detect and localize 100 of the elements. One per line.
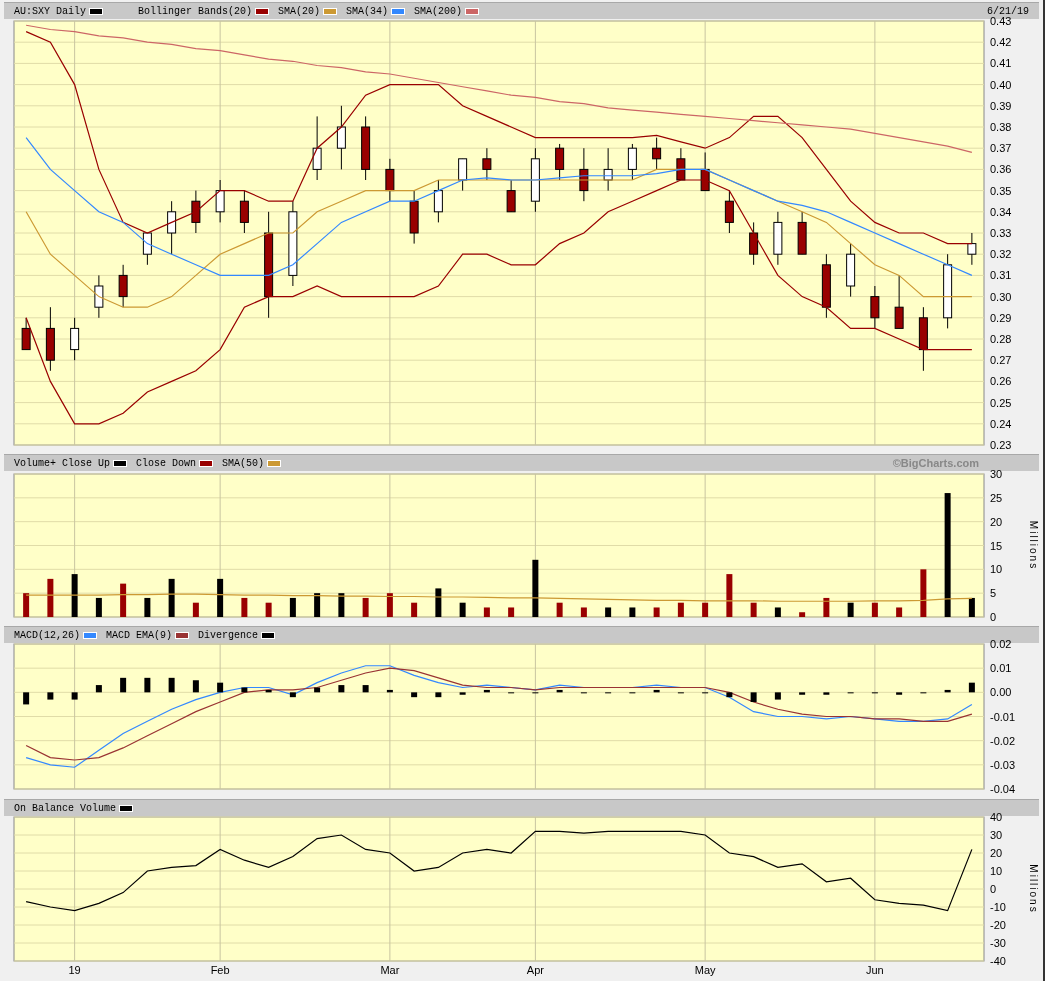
axis-tick-label: 0.29 [990,311,1012,324]
axis-tick-label: 0.25 [990,396,1012,409]
legend-label: Close Down [136,456,197,471]
axis-tick-label: 0.30 [990,290,1012,303]
axis-tick-label: May [694,964,716,976]
divergence-bar [459,692,466,695]
legend-swatch [90,8,102,14]
candlestick [458,158,468,192]
volume-bar [71,574,78,617]
axis-tick-label: Feb [210,964,230,976]
candlestick [45,306,55,372]
axis-tick-label: -0.01 [990,710,1016,723]
volume-bar [95,597,102,617]
volume-bar [144,597,151,617]
axis-tick-label: 0.28 [990,333,1012,345]
candlestick [652,137,662,170]
volume-bar [23,593,30,617]
candlestick [870,285,880,329]
divergence-bar [968,682,975,693]
axis-tick-label: Jun [866,964,884,976]
legend-label: SMA(34) [346,4,389,19]
candlestick [361,115,371,181]
legend-label: Bollinger Bands(20) [138,4,253,19]
volume-bar [580,607,587,617]
divergence-bar [265,689,272,693]
candlestick [967,232,977,266]
volume-bar [386,593,393,617]
volume-bar [411,602,418,617]
volume-bar [823,597,830,617]
volume-bar [192,602,199,617]
candlestick [70,317,80,361]
candlestick [167,200,177,255]
candlestick [215,179,225,223]
candlestick [579,147,589,202]
axis-title: Millions [1028,520,1039,571]
candlestick [336,105,346,170]
legend-label: AU:SXY Daily [14,4,86,19]
divergence-bar [799,692,806,695]
candlestick [409,190,419,245]
divergence-bar [120,677,127,693]
volume-bar [871,602,878,617]
volume-bar [265,602,272,617]
axis-tick-label: 10 [990,563,1003,576]
axis-tick-label: -0.03 [990,758,1016,771]
divergence-bar [95,685,102,693]
legend-label: Volume+ Close Up [14,456,110,471]
axis-tick-label: 0.24 [990,417,1012,430]
volume-bar [653,607,660,617]
legend-label: SMA(50) [222,456,265,471]
legend-label: SMA(200) [414,4,463,19]
volume-bar [168,578,175,617]
candlestick [142,232,152,266]
date-label: 6/21/19 [987,4,1029,17]
volume-bar [47,578,54,617]
axis-tick-label: -30 [990,937,1006,949]
axis-tick-label: -0.02 [990,734,1016,747]
volume-bar [483,607,490,617]
axis-tick-label: 0.34 [990,205,1012,218]
divergence-bar [750,692,757,702]
legend-label: MACD EMA(9) [106,628,173,643]
credit-label: ©BigCharts.com [892,455,979,471]
volume-bar [217,578,224,617]
volume-bar [896,607,903,617]
divergence-bar [144,677,151,693]
volume-bar [241,597,248,617]
axis-tick-label: 0.43 [990,15,1012,27]
axis-tick-label: 0.33 [990,227,1012,239]
divergence-bar [362,685,369,693]
volume-bar [702,602,709,617]
axis-tick-label: 0.02 [990,638,1012,650]
divergence-bar [168,677,175,693]
candlestick [821,253,831,319]
axis-title: Millions [1028,864,1039,914]
axis-tick-label: 0.37 [990,142,1012,155]
candlestick [724,190,734,234]
divergence-bar [314,687,321,693]
candlestick [894,274,904,329]
divergence-bar [435,692,442,698]
axis-tick-label: 0.01 [990,662,1012,675]
axis-tick-label: 0.41 [990,57,1012,70]
axis-tick-label: -10 [990,901,1006,913]
axis-tick-label: -20 [990,919,1006,931]
axis-tick-label: 0.35 [990,184,1012,197]
volume-bar [289,597,296,617]
divergence-bar [653,689,660,693]
axis-tick-label: 20 [990,847,1003,859]
divergence-bar [556,689,563,693]
volume-bar [532,559,539,617]
candlestick [239,190,249,234]
axis-tick-label: Apr [526,964,544,976]
axis-tick-label: 0.00 [990,686,1012,699]
volume-bar [459,602,466,617]
divergence-bar [483,689,490,693]
candlestick [506,179,516,213]
volume-bar [314,593,321,617]
axis-tick-label: Mar [380,964,400,976]
candlestick [433,179,443,223]
candlestick [94,274,104,319]
divergence-bar [386,689,393,693]
volume-bar [726,574,733,617]
